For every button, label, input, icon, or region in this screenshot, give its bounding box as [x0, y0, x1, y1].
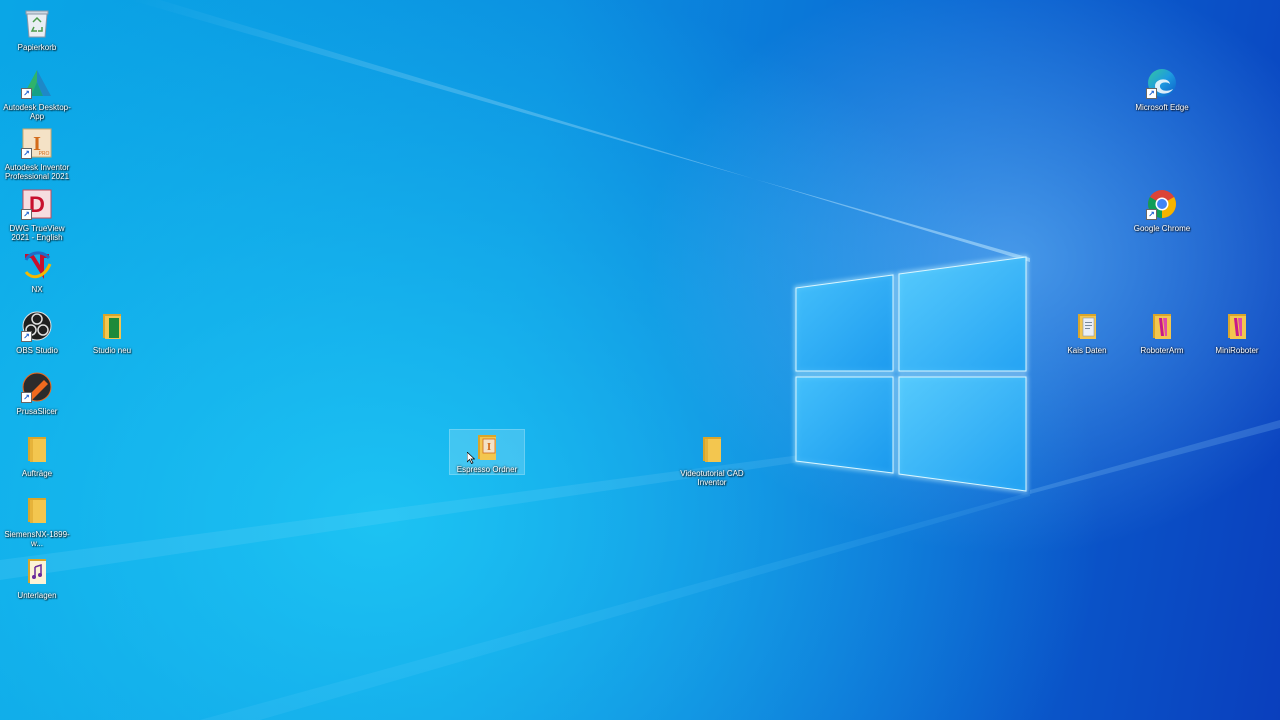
- folder-music-icon: [20, 554, 54, 588]
- desktop-icon-google-chrome[interactable]: ↗ Google Chrome: [1125, 185, 1199, 233]
- desktop-icon-auftraege[interactable]: Aufträge: [0, 430, 74, 478]
- desktop-icon-label: Studio neu: [92, 346, 132, 355]
- desktop-icon-recycle-bin[interactable]: Papierkorb: [0, 4, 74, 52]
- shortcut-arrow-icon: ↗: [1146, 209, 1157, 220]
- shortcut-arrow-icon: ↗: [21, 209, 32, 220]
- desktop-icon-label: RoboterArm: [1140, 346, 1184, 355]
- desktop-icon-label: MiniRoboter: [1215, 346, 1259, 355]
- edge-icon: ↗: [1145, 66, 1179, 100]
- desktop-icon-label: Papierkorb: [17, 43, 57, 52]
- desktop[interactable]: Papierkorb ↗ Autodesk Desktop-App I PRO …: [0, 0, 1280, 720]
- recycle-bin-icon: [20, 6, 54, 40]
- desktop-icon-autodesk-inventor[interactable]: I PRO ↗ Autodesk Inventor Professional 2…: [0, 124, 74, 181]
- desktop-icon-label: NX: [31, 285, 43, 294]
- desktop-icon-miniroboter[interactable]: MiniRoboter: [1200, 307, 1274, 355]
- desktop-icon-label: Videotutorial CAD Inventor: [680, 469, 744, 487]
- desktop-icon-kais-daten[interactable]: Kais Daten: [1050, 307, 1124, 355]
- folder-magenta-icon: [1145, 309, 1179, 343]
- chrome-icon: ↗: [1145, 187, 1179, 221]
- desktop-icon-label: OBS Studio: [16, 346, 58, 355]
- folder-magenta-icon: [1220, 309, 1254, 343]
- desktop-icon-prusaslicer[interactable]: ↗ PrusaSlicer: [0, 368, 74, 416]
- desktop-icon-label: Espresso Ordner: [456, 465, 518, 474]
- desktop-icon-dwg-trueview[interactable]: D ↗ DWG TrueView 2021 - English: [0, 185, 74, 242]
- desktop-icon-label: Microsoft Edge: [1135, 103, 1189, 112]
- desktop-icon-label: Autodesk Desktop-App: [3, 103, 71, 121]
- desktop-icon-unterlagen[interactable]: Unterlagen: [0, 552, 74, 600]
- desktop-icon-label: Google Chrome: [1133, 224, 1191, 233]
- desktop-icon-autodesk-desktop-app[interactable]: ↗ Autodesk Desktop-App: [0, 64, 74, 121]
- desktop-icon-siemens-nx[interactable]: SiemensNX-1899-w...: [0, 491, 74, 548]
- desktop-icon-label: Aufträge: [21, 469, 53, 478]
- prusa-icon: ↗: [20, 370, 54, 404]
- desktop-icon-roboterarm[interactable]: RoboterArm: [1125, 307, 1199, 355]
- folder-green-icon: [95, 309, 129, 343]
- svg-text:I: I: [487, 441, 491, 453]
- nx-icon: [20, 248, 54, 282]
- desktop-icon-label: Unterlagen: [17, 591, 57, 600]
- folder-inventor-icon: I: [470, 432, 504, 462]
- shortcut-arrow-icon: ↗: [21, 331, 32, 342]
- dwg-d-icon: D ↗: [20, 187, 54, 221]
- windows-logo: [794, 255, 1028, 493]
- shortcut-arrow-icon: ↗: [21, 88, 32, 99]
- desktop-icon-obs-studio[interactable]: ↗ OBS Studio: [0, 307, 74, 355]
- inventor-icon: I PRO ↗: [20, 126, 54, 160]
- autodesk-a-icon: ↗: [20, 66, 54, 100]
- desktop-icon-label: SiemensNX-1899-w...: [4, 530, 70, 548]
- desktop-icon-videotutorial[interactable]: Videotutorial CAD Inventor: [675, 430, 749, 487]
- desktop-icon-nx[interactable]: NX: [0, 246, 74, 294]
- desktop-icon-microsoft-edge[interactable]: ↗ Microsoft Edge: [1125, 64, 1199, 112]
- svg-text:PRO: PRO: [39, 151, 50, 157]
- desktop-icon-label: PrusaSlicer: [16, 407, 58, 416]
- folder-icon: [20, 493, 54, 527]
- folder-icon: [695, 432, 729, 466]
- shortcut-arrow-icon: ↗: [1146, 88, 1157, 99]
- folder-icon: [20, 432, 54, 466]
- shortcut-arrow-icon: ↗: [21, 392, 32, 403]
- desktop-icon-espresso-ordner[interactable]: I Espresso Ordner: [449, 429, 525, 475]
- desktop-icon-label: Autodesk Inventor Professional 2021: [4, 163, 70, 181]
- obs-icon: ↗: [20, 309, 54, 343]
- desktop-icon-label: Kais Daten: [1067, 346, 1107, 355]
- folder-doc-icon: [1070, 309, 1104, 343]
- desktop-icon-studio-neu[interactable]: Studio neu: [75, 307, 149, 355]
- shortcut-arrow-icon: ↗: [21, 148, 32, 159]
- desktop-icon-label: DWG TrueView 2021 - English: [9, 224, 65, 242]
- mouse-cursor-icon: [467, 452, 475, 464]
- wallpaper-light-beams: [0, 0, 1280, 720]
